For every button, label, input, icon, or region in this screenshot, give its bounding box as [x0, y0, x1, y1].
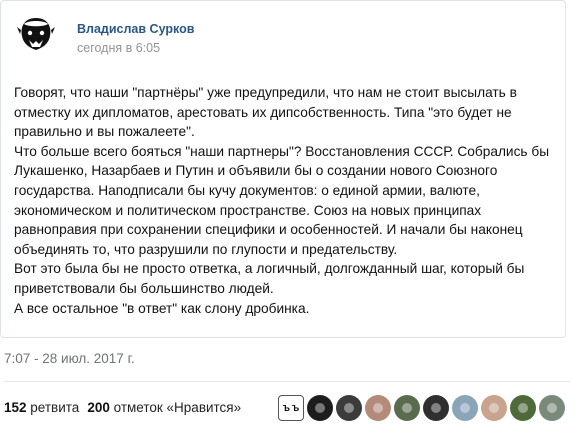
liker-avatar-icon[interactable]: [307, 395, 333, 421]
tweet-timestamp[interactable]: 7:07 - 28 июл. 2017 г.: [4, 351, 135, 366]
post-text-line: отместку их дипломатов, арестовать их ди…: [14, 104, 512, 120]
avatar-face-shape: [489, 403, 499, 413]
author-avatar[interactable]: [16, 14, 56, 54]
avatar-face-shape: [373, 403, 383, 413]
liker-avatar-icon[interactable]: [452, 395, 478, 421]
tweet-stats: 152 ретвита 200 отметок «Нравится»: [4, 400, 241, 415]
likes-count: 200: [87, 400, 110, 415]
post-text-line: Вот это была бы не просто ответка, а лог…: [14, 261, 525, 277]
post-text-line: приветствовали бы большинство людей.: [14, 280, 274, 296]
post-text-line: государства. Наподписали бы кучу докумен…: [14, 182, 480, 198]
avatar-face-shape: [460, 403, 470, 413]
post-text-line: равноправия при сохранении специфики и о…: [14, 222, 523, 238]
liker-avatar-icon[interactable]: [365, 395, 391, 421]
avatar-face-shape: [431, 403, 441, 413]
liker-avatar-icon[interactable]: [394, 395, 420, 421]
liker-avatar-icon[interactable]: [539, 395, 565, 421]
liker-avatar-icon[interactable]: [336, 395, 362, 421]
liker-avatar-icon[interactable]: [423, 395, 449, 421]
retweets-label: ретвита: [30, 400, 80, 415]
avatar-face-shape: [344, 403, 354, 413]
retweets-stat[interactable]: 152 ретвита: [4, 400, 79, 415]
vk-post-card: Владислав Сурков сегодня в 6:05 Говорят,…: [0, 0, 566, 338]
avatar-face-shape: [315, 403, 325, 413]
liker-avatar-icon[interactable]: [510, 395, 536, 421]
divider: [4, 381, 570, 382]
post-text-line: Что больше всего бояться "наши партнеры"…: [14, 143, 550, 159]
post-text-line: Лукашенко, Назарбаев и Путин и объявили …: [14, 163, 498, 179]
liker-avatar-icon[interactable]: [481, 395, 507, 421]
retweets-count: 152: [4, 400, 27, 415]
avatar-face-shape: [518, 403, 528, 413]
avatar-face-shape: [547, 403, 557, 413]
post-text-line: правильно и вы пожалеете".: [14, 124, 195, 140]
liker-avatars: Ъ Ъ: [278, 395, 565, 421]
avatar-face-shape: [402, 403, 412, 413]
post-time[interactable]: сегодня в 6:05: [77, 41, 160, 55]
liker-avatar-icon[interactable]: Ъ Ъ: [278, 395, 304, 421]
post-text-line: Говорят, что наши "партнёры" уже предупр…: [14, 85, 517, 100]
post-text-line: экономическом и политическом пространств…: [14, 202, 482, 218]
likes-label: отметок «Нравится»: [113, 400, 242, 415]
post-text: Говорят, что наши "партнёры" уже предупр…: [14, 83, 559, 318]
post-text-line: объединять то, что разрушили по глупости…: [14, 241, 398, 257]
likes-stat[interactable]: 200 отметок «Нравится»: [87, 400, 241, 415]
honey-badger-logo-icon: [17, 18, 55, 50]
author-name-link[interactable]: Владислав Сурков: [77, 22, 194, 36]
post-text-line: А все остальное "в ответ" как слону дроб…: [14, 300, 310, 316]
